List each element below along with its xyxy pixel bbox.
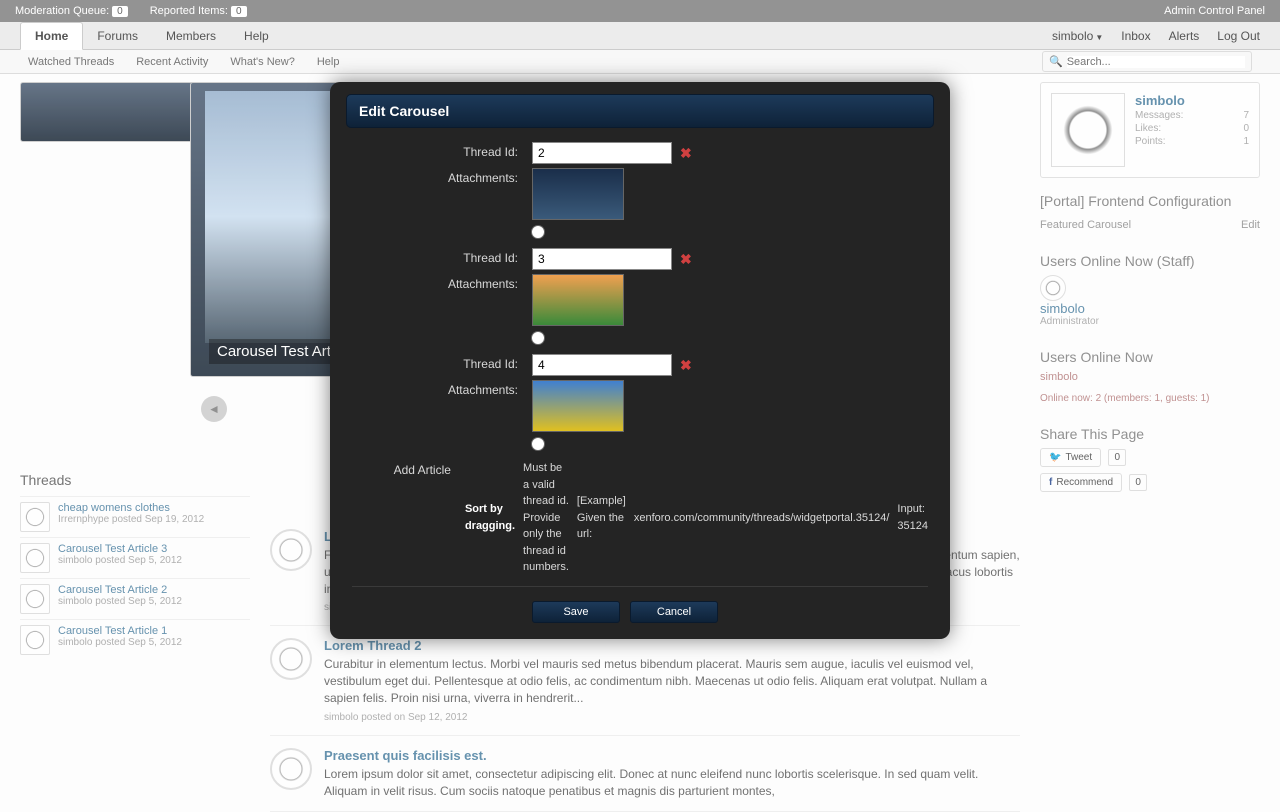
delete-icon[interactable]: ✖ (680, 357, 692, 374)
avatar[interactable] (270, 748, 312, 790)
attachment-thumb[interactable] (532, 274, 624, 326)
attachments-label: Attachments: (352, 168, 532, 185)
modal-title: Edit Carousel (346, 94, 934, 128)
cancel-button[interactable]: Cancel (630, 601, 718, 623)
delete-icon[interactable]: ✖ (680, 251, 692, 268)
attachments-label: Attachments: (352, 274, 532, 291)
save-button[interactable]: Save (532, 601, 620, 623)
attachment-thumb[interactable] (532, 380, 624, 432)
modal-overlay: Edit Carousel Thread Id: ✖ Attachments: T… (0, 0, 1280, 722)
attachment-thumb[interactable] (532, 168, 624, 220)
add-article-label: Add Article (352, 460, 465, 477)
thread-id-label: Thread Id: (352, 248, 532, 265)
article-item: Praesent quis facilisis est. Lorem ipsum … (270, 736, 1020, 812)
attachments-label: Attachments: (352, 380, 532, 397)
attachment-radio[interactable] (532, 226, 544, 238)
attachment-radio[interactable] (532, 438, 544, 450)
thread-id-label: Thread Id: (352, 354, 532, 371)
thread-id-input[interactable] (532, 248, 672, 270)
article-title[interactable]: Praesent quis facilisis est. (324, 748, 1020, 763)
thread-id-label: Thread Id: (352, 142, 532, 159)
delete-icon[interactable]: ✖ (680, 145, 692, 162)
edit-carousel-modal: Edit Carousel Thread Id: ✖ Attachments: T… (330, 82, 950, 639)
help-text: Sort by dragging. Must be a valid thread… (465, 460, 928, 576)
article-body: Lorem ipsum dolor sit amet, consectetur … (324, 766, 1020, 800)
attachment-radio[interactable] (532, 332, 544, 344)
thread-id-input[interactable] (532, 142, 672, 164)
thread-id-input[interactable] (532, 354, 672, 376)
